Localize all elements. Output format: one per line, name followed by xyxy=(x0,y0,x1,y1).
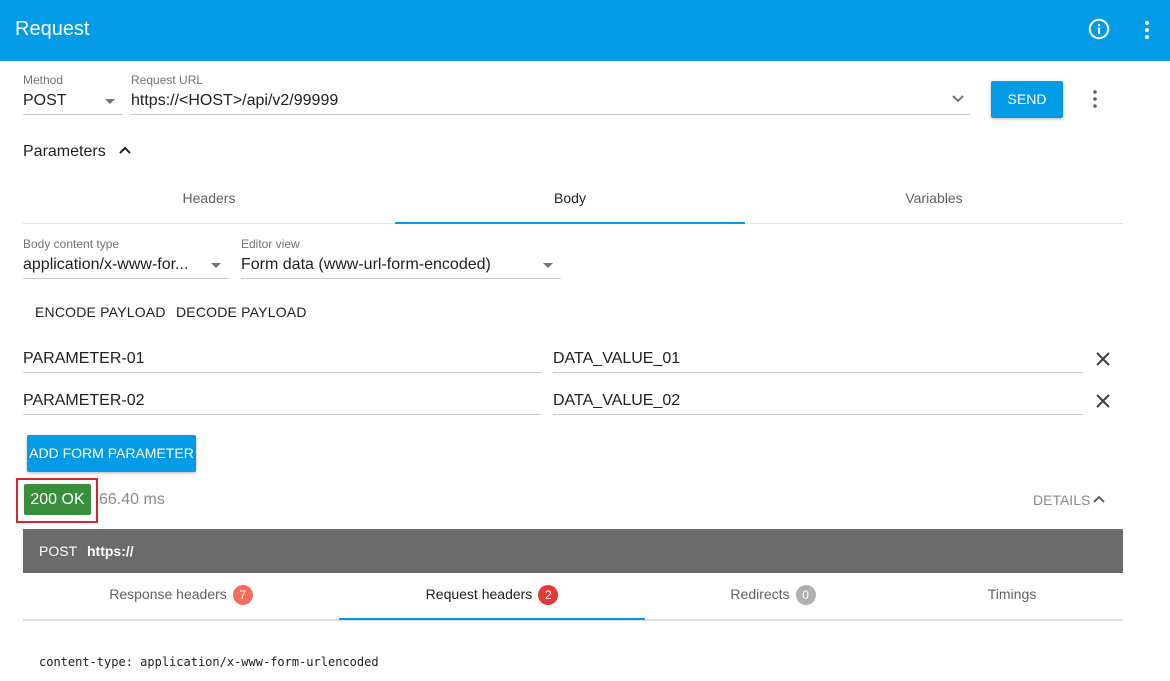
url-underline xyxy=(131,114,970,115)
body-content-type-select[interactable]: application/x-www-for... xyxy=(23,255,205,275)
chevron-down-icon[interactable] xyxy=(211,263,221,268)
param-value-input[interactable]: DATA_VALUE_01 xyxy=(553,349,1073,369)
page-title: Request xyxy=(15,18,90,40)
editor-view-label: Editor view xyxy=(241,237,300,251)
parameters-title[interactable]: Parameters xyxy=(23,142,106,162)
content-type-underline xyxy=(23,278,229,279)
count-badge: 7 xyxy=(232,585,253,606)
count-badge: 2 xyxy=(538,585,559,606)
method-underline xyxy=(23,114,123,115)
decode-payload-button[interactable]: DECODE PAYLOAD xyxy=(176,303,307,321)
method-label: Method xyxy=(23,73,64,87)
tab-variables[interactable]: Variables xyxy=(745,180,1123,216)
param-name-underline xyxy=(23,372,541,373)
chevron-up-icon[interactable] xyxy=(118,145,132,155)
param-value-underline xyxy=(553,372,1083,373)
tab-headers[interactable]: Headers xyxy=(23,180,395,216)
chevron-down-icon[interactable] xyxy=(543,263,553,268)
url-label: Request URL xyxy=(131,73,204,87)
param-name-underline xyxy=(23,414,541,415)
add-form-parameter-button[interactable]: ADD FORM PARAMETER xyxy=(27,435,196,472)
editor-view-underline xyxy=(241,278,561,279)
request-method: POST xyxy=(39,543,78,559)
parameters-tabs: Headers Body Variables xyxy=(23,180,1123,224)
url-input[interactable]: https://<HOST>/api/v2/99999 xyxy=(131,91,931,111)
app-bar: Request xyxy=(0,0,1170,61)
encode-payload-button[interactable]: ENCODE PAYLOAD xyxy=(35,303,166,321)
url-history-chevron-icon[interactable] xyxy=(951,94,965,104)
method-select[interactable]: POST xyxy=(23,91,103,111)
param-name-input[interactable]: PARAMETER-02 xyxy=(23,391,533,411)
body-content-type-label: Body content type xyxy=(23,237,120,251)
more-vert-icon[interactable] xyxy=(1135,18,1159,42)
tab-label: Request headers xyxy=(425,586,533,602)
tab-timings[interactable]: Timings xyxy=(901,573,1123,615)
chevron-down-icon[interactable] xyxy=(105,99,115,104)
tab-indicator xyxy=(395,222,745,224)
tab-label: Response headers xyxy=(109,586,227,602)
editor-view-select[interactable]: Form data (www-url-form-encoded) xyxy=(241,255,531,275)
details-toggle[interactable]: DETAILS xyxy=(1033,491,1090,509)
response-time: 66.40 ms xyxy=(99,491,165,508)
chevron-up-icon[interactable] xyxy=(1093,495,1105,503)
tab-response-headers[interactable]: Response headers 7 xyxy=(23,573,339,615)
request-more-icon[interactable] xyxy=(1091,89,1099,109)
response-tabs: Response headers 7 Request headers 2 Redir… xyxy=(23,573,1123,621)
request-header-line: content-type: application/x-www-form-url… xyxy=(39,655,379,669)
status-badge: 200 OK xyxy=(24,484,91,515)
request-summary-bar: POST https:// xyxy=(23,529,1123,573)
param-value-underline xyxy=(553,414,1083,415)
tab-redirects[interactable]: Redirects 0 xyxy=(645,573,901,615)
tab-label: Timings xyxy=(987,586,1037,602)
param-name-input[interactable]: PARAMETER-01 xyxy=(23,349,533,369)
tab-indicator xyxy=(339,618,645,620)
close-icon[interactable] xyxy=(1095,351,1111,367)
tab-label: Redirects xyxy=(730,586,790,602)
send-button[interactable]: SEND xyxy=(991,81,1063,118)
info-icon[interactable] xyxy=(1088,18,1110,40)
tab-request-headers[interactable]: Request headers 2 xyxy=(339,573,645,615)
request-url: https:// xyxy=(87,543,134,559)
param-value-input[interactable]: DATA_VALUE_02 xyxy=(553,391,1073,411)
close-icon[interactable] xyxy=(1095,393,1111,409)
count-badge: 0 xyxy=(795,585,816,606)
tab-body[interactable]: Body xyxy=(395,180,745,216)
